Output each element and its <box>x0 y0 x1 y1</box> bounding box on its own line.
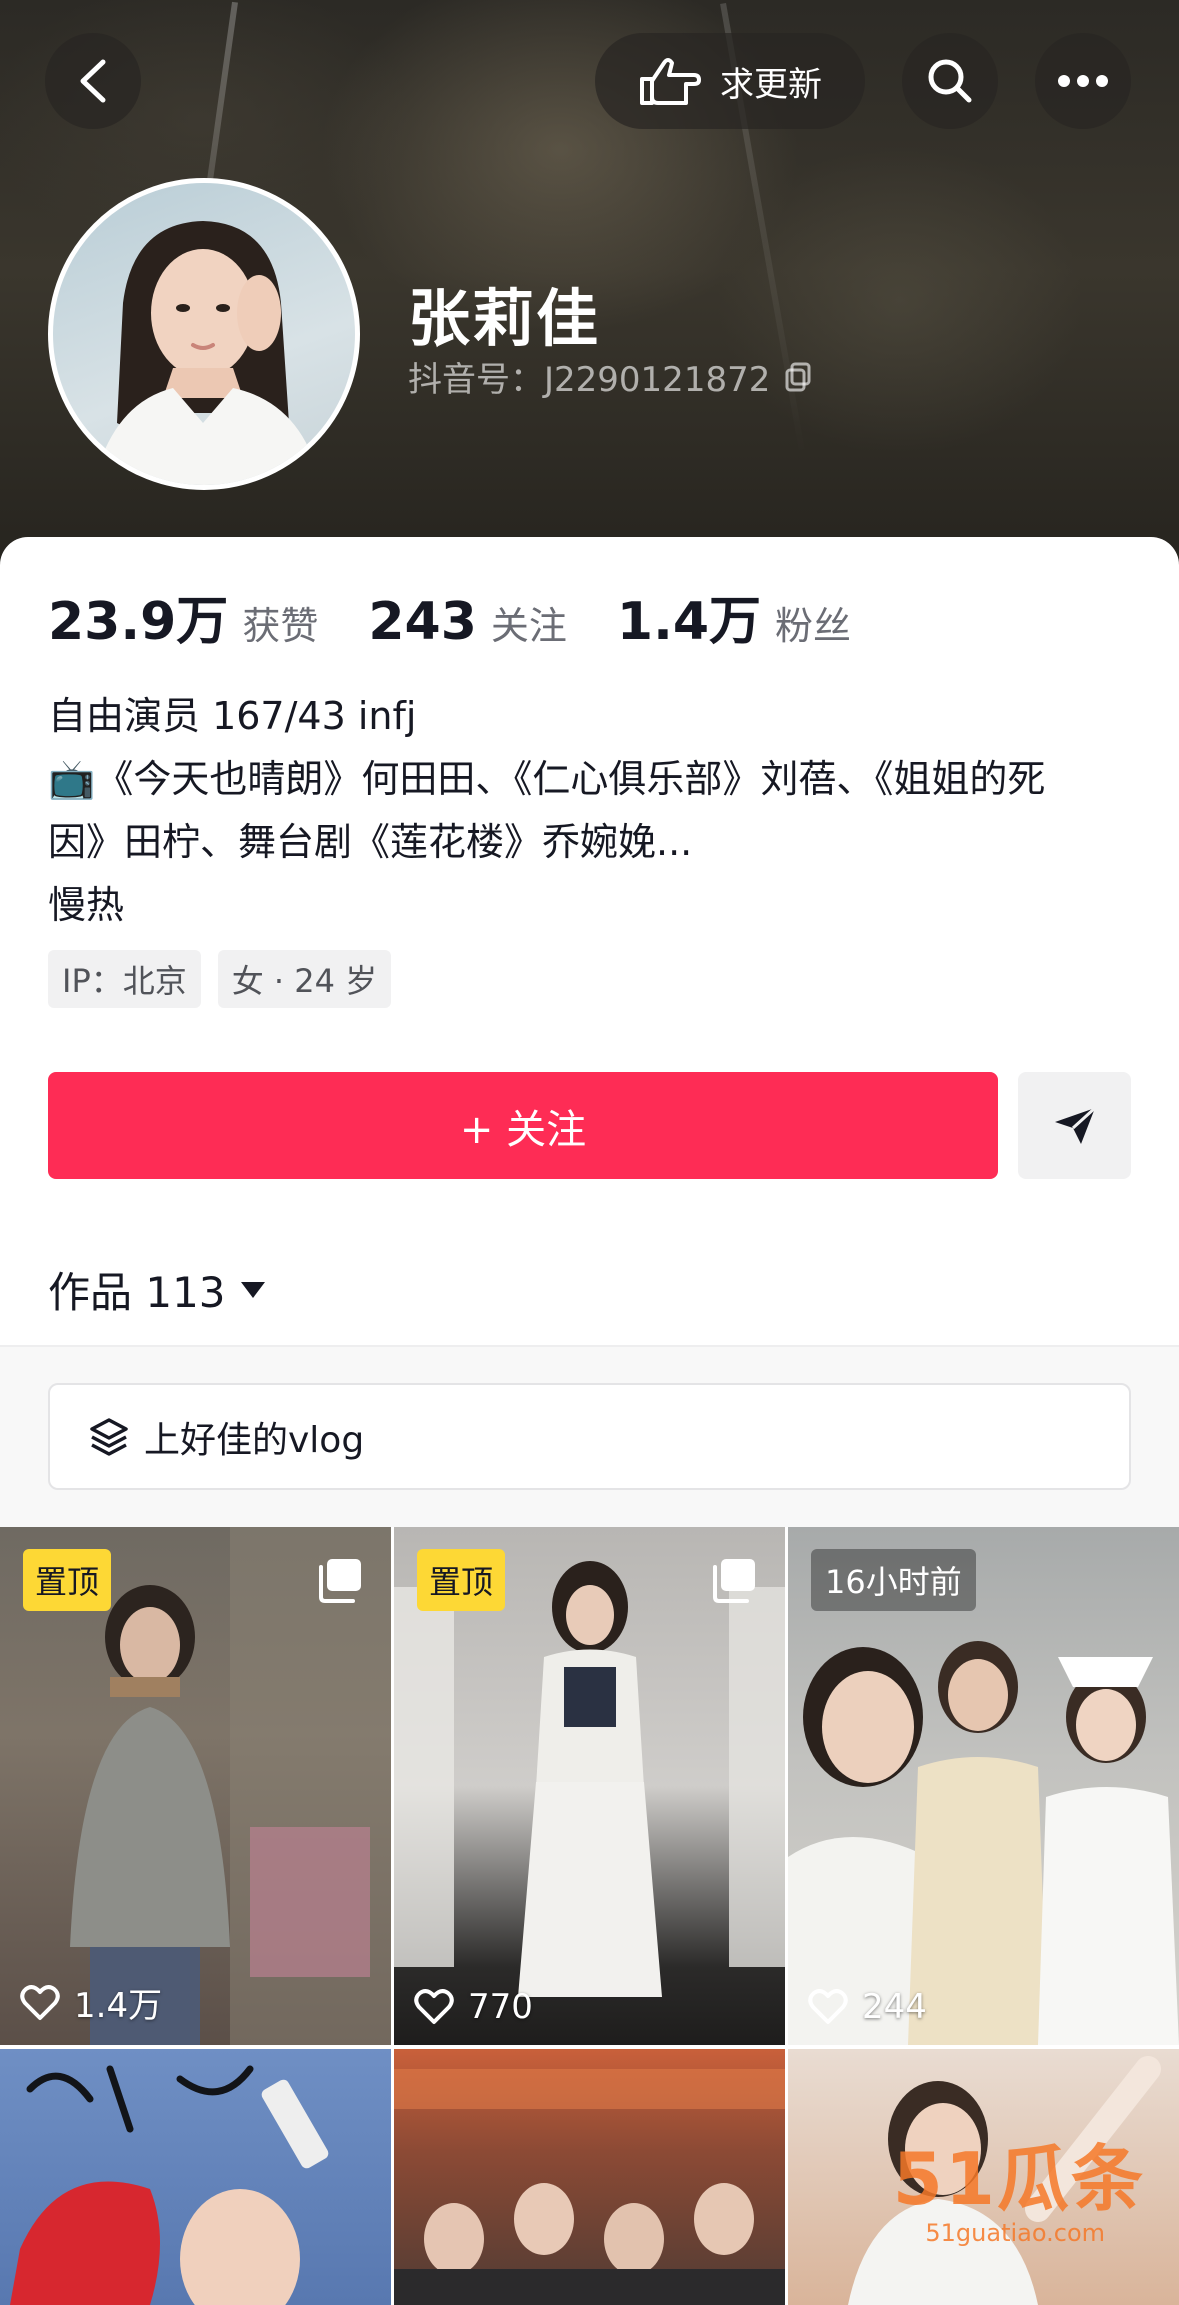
layers-icon <box>90 1417 128 1456</box>
tab-works[interactable]: 作品 113 <box>48 1259 266 1320</box>
following-label[interactable]: 关注 <box>491 595 567 650</box>
followers-label[interactable]: 粉丝 <box>775 595 851 650</box>
pinned-badge: 置顶 <box>417 1549 506 1611</box>
douyin-id[interactable]: 抖音号：J2290121872 <box>408 352 812 401</box>
video-likes: 1.4万 <box>20 1978 162 2027</box>
bio-line: 慢热 <box>48 883 125 927</box>
avatar-portrait <box>93 221 321 485</box>
works-tab-label: 作品 113 <box>48 1268 226 1317</box>
ip-location-tag: IP：北京 <box>48 950 201 1008</box>
collection-card[interactable]: 上好佳的vlog <box>48 1383 1131 1490</box>
video-likes: 244 <box>808 1987 927 2027</box>
caret-down-icon <box>240 1281 265 1298</box>
watermark-logo: 51瓜条 51guatiao.com <box>785 2120 1145 2247</box>
profile-tags: IP：北京 女 · 24 岁 <box>48 950 392 1008</box>
likes-count: 23.9万 <box>48 592 229 652</box>
multi-image-icon <box>713 1559 755 1603</box>
request-update-label: 求更新 <box>720 64 822 105</box>
profile-name: 张莉佳 <box>408 282 601 355</box>
collection-label: 上好佳的vlog <box>144 1419 365 1461</box>
request-update-button[interactable]: 求更新 <box>595 33 865 129</box>
gender-age-tag: 女 · 24 岁 <box>217 950 392 1008</box>
multi-image-icon <box>319 1559 361 1603</box>
likes-label: 获赞 <box>242 604 319 648</box>
follow-button[interactable]: + 关注 <box>48 1072 998 1179</box>
bio: 自由演员 167/43 infj 📺《今天也晴朗》何田田、《仁心俱乐部》刘蓓、《… <box>48 685 1138 937</box>
time-badge: 16小时前 <box>811 1549 976 1611</box>
followers-count[interactable]: 1.4万 <box>617 579 761 654</box>
copy-icon[interactable] <box>784 362 812 392</box>
video-thumbnail[interactable]: 置顶 1.4万 <box>0 1527 391 2045</box>
video-preview-image <box>10 2065 329 2305</box>
video-thumbnail[interactable]: 16小时前 244 <box>788 1527 1179 2045</box>
likes-count: 770 <box>468 1987 533 2027</box>
heart-outline-icon <box>414 1989 454 2024</box>
video-thumbnail[interactable] <box>0 2049 391 2305</box>
message-button[interactable] <box>1018 1072 1131 1179</box>
pinned-badge: 置顶 <box>23 1549 112 1611</box>
stats-row: 23.9万 获赞 243 关注 1.4万 粉丝 <box>48 579 901 654</box>
bio-line: 因》田柠、舞台剧《莲花楼》乔婉娩... <box>48 820 693 864</box>
pointing-hand-icon <box>640 58 701 105</box>
search-icon <box>928 59 972 103</box>
chevron-left-icon <box>80 59 106 103</box>
likes-count: 244 <box>862 1987 927 2027</box>
heart-outline-icon <box>20 1984 60 2020</box>
following-count[interactable]: 243 <box>368 592 477 652</box>
video-preview-image <box>394 2069 785 2305</box>
back-button[interactable] <box>45 33 141 129</box>
send-arrow-icon <box>1054 1106 1096 1144</box>
watermark-url: 51guatiao.com <box>925 2219 1105 2247</box>
more-dots-icon <box>1058 75 1108 87</box>
video-thumbnail[interactable] <box>394 2049 785 2305</box>
video-likes: 770 <box>414 1987 533 2027</box>
follow-button-label: + 关注 <box>459 1106 587 1153</box>
video-thumbnail[interactable]: 置顶 770 <box>394 1527 785 2045</box>
bio-line: 自由演员 167/43 infj <box>48 694 417 738</box>
avatar[interactable] <box>48 178 360 490</box>
bio-line: 📺《今天也晴朗》何田田、《仁心俱乐部》刘蓓、《姐姐的死 <box>48 757 1046 801</box>
likes-count: 1.4万 <box>74 1986 163 2026</box>
more-button[interactable] <box>1035 33 1131 129</box>
watermark-brand: 51瓜条 <box>892 2137 1145 2221</box>
search-button[interactable] <box>902 33 998 129</box>
douyin-id-text: 抖音号：J2290121872 <box>408 360 771 400</box>
heart-outline-icon <box>808 1989 848 2024</box>
